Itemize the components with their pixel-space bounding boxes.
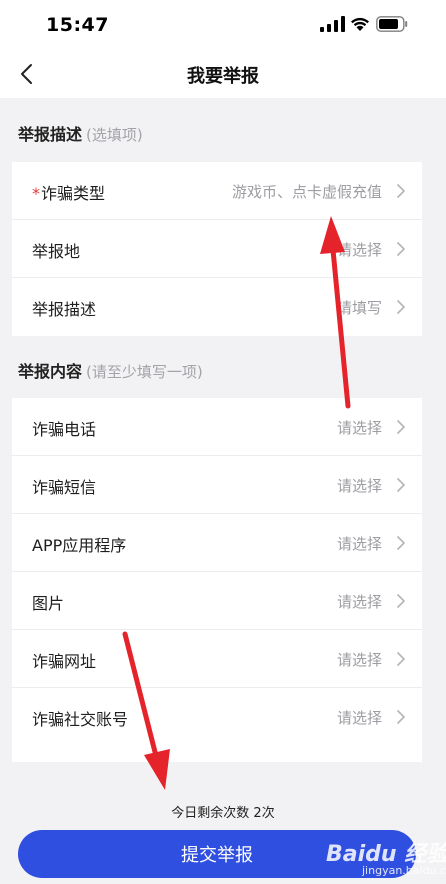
watermark-url: jingyan.baidu.com [362, 864, 446, 877]
content-card: 诈骗电话 请选择 诈骗短信 请选择 APP应用程序 请选择 图片 请选择 诈骗网… [12, 398, 422, 762]
row-label: *诈骗类型 [32, 184, 106, 203]
row-label: APP应用程序 [32, 536, 127, 555]
section-header-content: 举报内容 (请至少填写一项) [18, 358, 203, 382]
row-fraud-type[interactable]: *诈骗类型 游戏币、点卡虚假充值 [12, 162, 422, 220]
row-report-location[interactable]: 举报地 请选择 [12, 220, 422, 278]
battery-icon [376, 16, 408, 32]
row-social-account[interactable]: 诈骗社交账号 请选择 [12, 688, 422, 746]
row-label: 举报描述 [32, 300, 97, 319]
chevron-right-icon [397, 242, 405, 256]
chevron-right-icon [397, 420, 405, 434]
section-title: 举报描述 [18, 125, 83, 144]
row-value: 请选择 [336, 419, 382, 437]
remaining-count: 今日剩余次数 2次 [171, 806, 275, 821]
chevron-right-icon [397, 594, 405, 608]
row-label: 诈骗短信 [32, 478, 97, 497]
row-label: 图片 [32, 594, 65, 613]
chevron-right-icon [397, 184, 405, 198]
row-value: 请选择 [336, 535, 382, 553]
row-value: 请选择 [336, 477, 382, 495]
baidu-jingyan-watermark: Baidu 经验 jingyan.baidu.com [322, 834, 446, 882]
chevron-right-icon [397, 536, 405, 550]
row-value: 游戏币、点卡虚假充值 [231, 183, 382, 201]
section-hint: (请至少填写一项) [86, 363, 203, 381]
row-label: 诈骗网址 [32, 652, 97, 671]
page-title: 我要举报 [187, 66, 259, 87]
required-marker: * [32, 184, 40, 203]
signal-icon [320, 16, 345, 32]
row-label: 诈骗电话 [32, 420, 97, 439]
status-time: 15:47 [46, 14, 109, 36]
status-bar: 15:47 [0, 0, 446, 50]
chevron-right-icon [397, 478, 405, 492]
row-value: 请填写 [336, 299, 382, 317]
row-fraud-url[interactable]: 诈骗网址 请选择 [12, 630, 422, 688]
section-hint: (选填项) [86, 126, 143, 144]
chevron-right-icon [397, 710, 405, 724]
row-fraud-sms[interactable]: 诈骗短信 请选择 [12, 456, 422, 514]
chevron-right-icon [397, 652, 405, 666]
row-label: 诈骗社交账号 [32, 710, 129, 729]
row-app[interactable]: APP应用程序 请选择 [12, 514, 422, 572]
section-title: 举报内容 [18, 362, 83, 381]
row-value: 请选择 [336, 241, 382, 259]
row-report-description[interactable]: 举报描述 请填写 [12, 278, 422, 336]
row-value: 请选择 [336, 651, 382, 669]
row-value: 请选择 [336, 709, 382, 727]
section-header-description: 举报描述 (选填项) [18, 121, 143, 145]
row-fraud-phone[interactable]: 诈骗电话 请选择 [12, 398, 422, 456]
nav-bar: 我要举报 [0, 50, 446, 98]
chevron-right-icon [397, 300, 405, 314]
row-image[interactable]: 图片 请选择 [12, 572, 422, 630]
description-card: *诈骗类型 游戏币、点卡虚假充值 举报地 请选择 举报描述 请填写 [12, 162, 422, 336]
row-label: 举报地 [32, 242, 81, 261]
wifi-icon [351, 17, 369, 31]
row-value: 请选择 [336, 593, 382, 611]
